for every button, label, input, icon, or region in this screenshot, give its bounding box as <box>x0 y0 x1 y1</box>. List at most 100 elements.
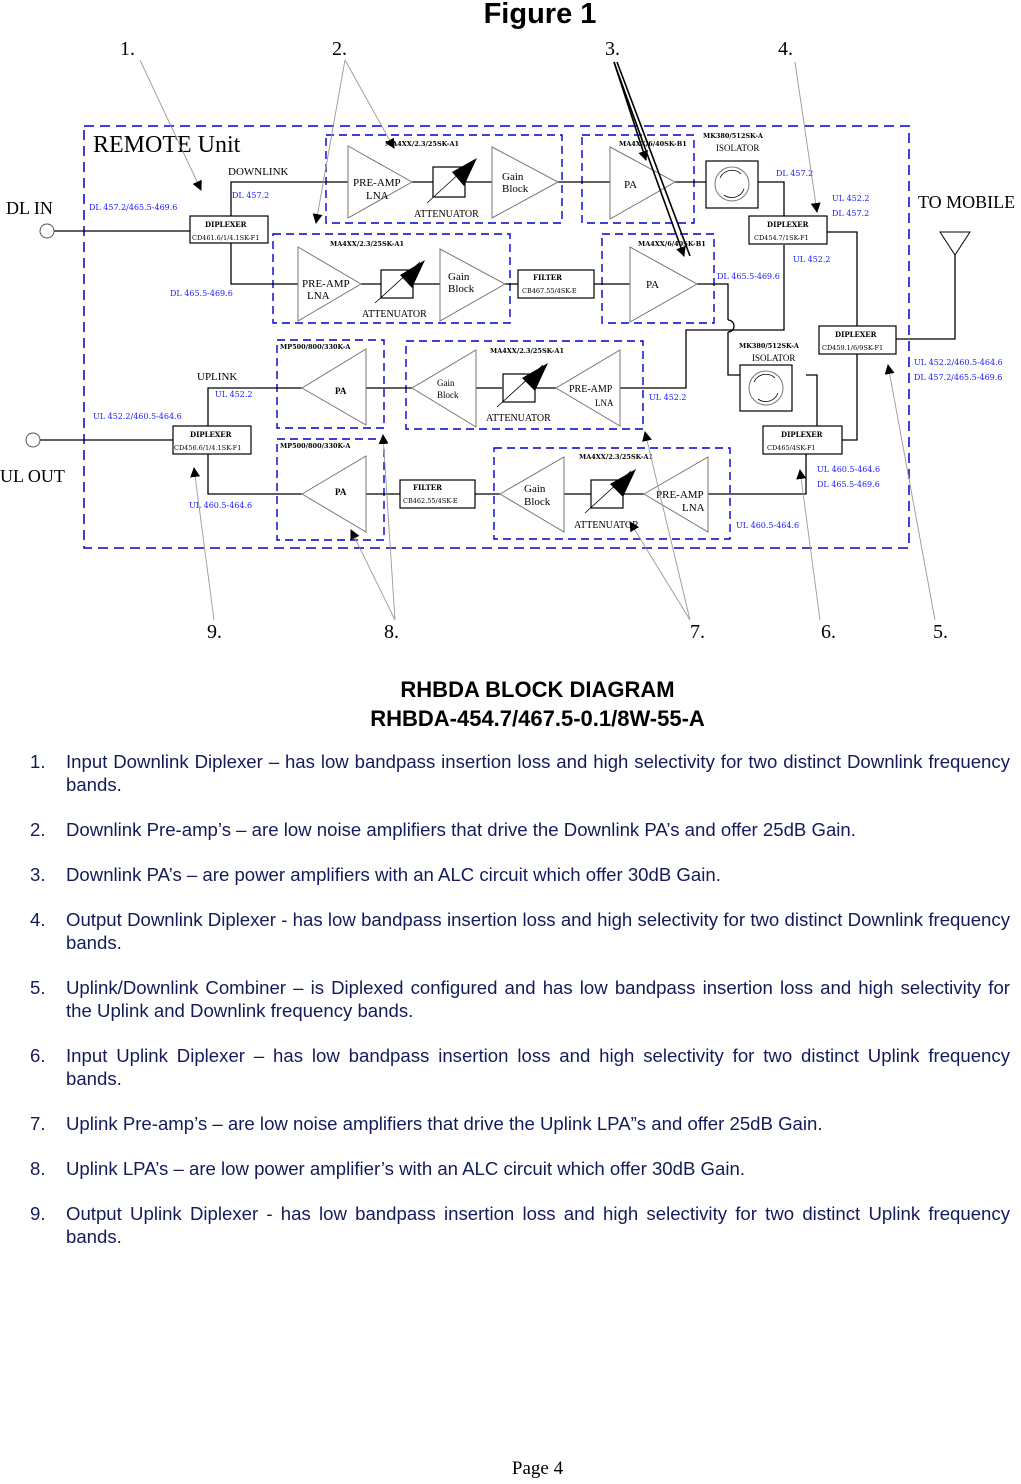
isolator-2-label: ISOLATOR <box>752 353 795 363</box>
ul-pa-1 <box>301 348 367 426</box>
item-number: 3. <box>30 864 46 885</box>
ul-pa-2-label: PA <box>335 487 347 497</box>
callout-8: 8. <box>384 621 399 643</box>
item-number: 2. <box>30 819 46 840</box>
item-text: Output Uplink Diplexer - has low bandpas… <box>66 1203 1010 1247</box>
callout-4: 4. <box>778 38 793 60</box>
description-item: 2. Downlink Pre-amp’s – are low noise amp… <box>30 818 1010 841</box>
description-item: 6. Input Uplink Diplexer – has low bandpa… <box>30 1044 1010 1090</box>
ul-pa-2-part: MP500/800/330K-A <box>280 442 351 450</box>
ul-block-1: Block <box>437 390 459 400</box>
freq-ul-in-dl: DL 465.5-469.6 <box>817 480 880 489</box>
ul-preamp-1-part: MA4XX/2.3/25SK-A1 <box>490 347 564 355</box>
dl-pa-2 <box>629 246 699 323</box>
isolator-2 <box>739 364 793 412</box>
item-text: Uplink LPA’s – are low power amplifier’s… <box>66 1158 745 1179</box>
item-number: 5. <box>30 977 46 998</box>
isolator-1-label: ISOLATOR <box>716 143 759 153</box>
ul-pa-1-part: MP500/800/330K-A <box>280 343 351 351</box>
ul-preamp-2-part: MA4XX/2.3/25SK-A1 <box>579 453 653 461</box>
dl-pa-2-part: MA4XX/6/40SK-B1 <box>638 240 706 248</box>
remote-unit-label: REMOTE Unit <box>93 132 241 158</box>
item-text: Input Uplink Diplexer – has low bandpass… <box>66 1045 1010 1089</box>
ul-preamp-1-label: PRE-AMP <box>569 384 613 395</box>
freq-ul-in-ul: UL 460.5-464.6 <box>817 465 880 474</box>
freq-ul-mid-upper: UL 452.2 <box>649 393 687 402</box>
item-number: 9. <box>30 1203 46 1224</box>
dl-lna-1-label: LNA <box>366 190 389 202</box>
item-text: Uplink Pre-amp’s – are low noise amplifi… <box>66 1113 823 1134</box>
dl-input-diplexer-part: CD461.6/1/4.1SK-F1 <box>192 234 259 242</box>
to-mobile-label: TO MOBILE <box>918 192 1015 212</box>
dl-preamp-1-label: PRE-AMP <box>353 177 401 189</box>
caption-title: RHBDA BLOCK DIAGRAM <box>400 677 675 702</box>
item-number: 4. <box>30 909 46 930</box>
freq-mobile-ul: UL 452.2/460.5-464.6 <box>914 358 1003 367</box>
ul-gain-1: Gain <box>437 378 455 388</box>
item-text: Output Downlink Diplexer - has low bandp… <box>66 909 1010 953</box>
ul-gainblock-1 <box>411 349 477 428</box>
freq-dipl454-ul: UL 452.2 <box>832 194 870 203</box>
ul-out-port <box>25 432 41 448</box>
isolator-1 <box>705 160 759 209</box>
attenuator-ul-2 <box>584 469 636 514</box>
dl-input-diplexer-label: DIPLEXER <box>205 220 247 229</box>
block-diagram: 1. 2. 3. 4. 9. 8. 7. 6. 5. REMOTE Unit D… <box>0 38 1015 643</box>
ul-output-diplexer-part: CD456.6/1/4.1SK-F1 <box>174 444 241 452</box>
ul-block-2: Block <box>524 496 551 508</box>
callout-1: 1. <box>120 38 135 60</box>
attenuator-dl-2-label: ATTENUATOR <box>362 309 427 320</box>
ul-output-diplexer-label: DIPLEXER <box>190 430 232 439</box>
description-item: 3. Downlink PA’s – are power amplifiers w… <box>30 863 1010 886</box>
freq-dl-lower: DL 465.5-469.6 <box>170 289 233 298</box>
dl-pa-1-label: PA <box>624 179 637 191</box>
ul-input-diplexer-part: CD465/4SK-F1 <box>767 444 816 452</box>
ul-gain-2: Gain <box>524 483 546 495</box>
freq-ul-mid-lower: UL 460.5-464.6 <box>736 521 799 530</box>
item-text: Downlink Pre-amp’s – are low noise ampli… <box>66 819 856 840</box>
item-number: 6. <box>30 1045 46 1066</box>
freq-dl-out-upper: DL 457.2 <box>776 169 813 178</box>
description-item: 8. Uplink LPA’s – are low power amplifier… <box>30 1157 1010 1180</box>
ul-out-label: UL OUT <box>0 466 65 486</box>
description-item: 5. Uplink/Downlink Combiner – is Diplexed… <box>30 976 1010 1022</box>
dl-pa-2-label: PA <box>646 279 659 291</box>
attenuator-ul-1 <box>496 363 548 408</box>
dl-filter-part: CB467.55/4SK-E <box>522 287 577 295</box>
freq-dipl454-ul-below: UL 452.2 <box>793 255 831 264</box>
callout-leaders <box>139 59 936 621</box>
dl-pa-1-part: MA4XX/6/40SK-B1 <box>619 140 687 148</box>
callout-5: 5. <box>933 621 948 643</box>
callout-numbers-bottom: 9. 8. 7. 6. 5. <box>207 621 948 643</box>
dl-gain-1: Gain <box>502 171 524 183</box>
description-list: 1. Input Downlink Diplexer – has low band… <box>30 750 1010 1270</box>
ul-preamp-2-label: PRE-AMP <box>656 489 704 501</box>
dl-block-2: Block <box>448 283 475 295</box>
downlink-label: DOWNLINK <box>228 166 289 178</box>
item-number: 7. <box>30 1113 46 1134</box>
dl-preamp-1-part: MA4XX/2.3/25SK-A1 <box>385 140 459 148</box>
freq-ul-upper: UL 452.2 <box>215 390 253 399</box>
item-number: 8. <box>30 1158 46 1179</box>
freq-dl-upper: DL 457.2 <box>232 191 269 200</box>
antenna-icon <box>939 231 971 256</box>
ul-pa-2 <box>301 455 367 533</box>
dl-preamp-2-label: PRE-AMP <box>302 278 350 290</box>
attenuator-ul-2-label: ATTENUATOR <box>574 520 639 531</box>
ul-input-diplexer-label: DIPLEXER <box>781 430 823 439</box>
description-item: 7. Uplink Pre-amp’s – are low noise ampli… <box>30 1112 1010 1135</box>
freq-ul-out: UL 452.2/460.5-464.6 <box>93 412 182 421</box>
callout-3: 3. <box>605 38 620 60</box>
isolator-2-part: MK380/512SK-A <box>739 342 800 350</box>
isolator-1-part: MK380/512SK-A <box>703 132 764 140</box>
page-number: Page 4 <box>511 1458 564 1479</box>
dl-in-port <box>39 223 55 239</box>
item-text: Input Downlink Diplexer – has low bandpa… <box>66 751 1010 795</box>
description-item: 4. Output Downlink Diplexer - has low ban… <box>30 908 1010 954</box>
ul-filter-part: CB462.55/4SK-E <box>403 497 458 505</box>
attenuator-dl-1 <box>426 158 477 204</box>
dl-lna-2-label: LNA <box>307 290 330 302</box>
dl-output-diplexer-label: DIPLEXER <box>767 220 809 229</box>
dl-gain-2: Gain <box>448 271 470 283</box>
freq-mobile-dl: DL 457.2/465.5-469.6 <box>914 373 1002 382</box>
